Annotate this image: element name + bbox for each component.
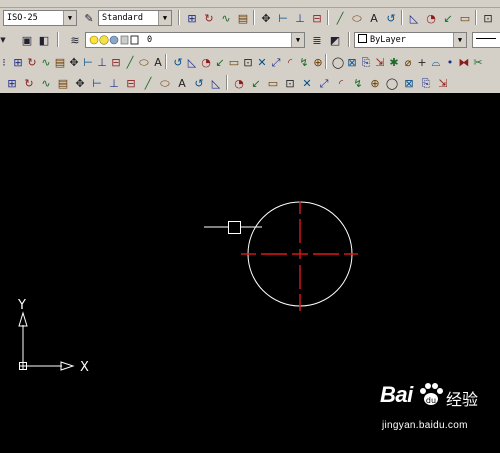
attribute-icon[interactable]: ✕ [299,75,315,91]
dim-baseline-icon[interactable]: ⬭ [349,10,365,26]
toolbar-row-layers: ▼ ▣ ◧ ≋ 0 ▼ ≣ ◩ ByLayer ▼ [0,30,500,49]
center-lines[interactable] [241,201,358,311]
dimstyle-combo[interactable]: ISO-25 ▼ [3,10,77,26]
layer-states-icon[interactable]: ≋ [67,32,83,48]
line-sample-icon [476,38,496,39]
dim-quick-icon[interactable]: ╱ [332,10,348,26]
layer-value: 0 [147,35,153,45]
snap-node-icon[interactable]: ↺ [191,75,207,91]
snap-insert-icon[interactable]: A [174,75,190,91]
dim-diameter-icon[interactable]: ⊥ [292,10,308,26]
toolbar-area: ISO-25 ▼ ✎ Standard ▼ ⊞ ↻ ∿ ▤ ✥ ⊢ ⊥ ⊟ ╱ ⬭ A ↺ ◺ ◔ ↙ ▭ ⊡ … [0,0,500,93]
watermark-logo-text2: 经验 [446,390,479,409]
snap-apparent-icon[interactable]: ▤ [55,75,71,91]
toolbar-separator [57,32,59,47]
snap-tangent-icon[interactable]: ⊟ [123,75,139,91]
dim-style-icon[interactable]: ▭ [265,75,281,91]
properties-icon[interactable]: ⊕ [367,75,383,91]
ucs-x-label: X [80,360,89,375]
toolbar-separator [178,10,180,25]
color-swatch-icon [358,34,367,43]
snap-extension-icon[interactable]: ✥ [72,75,88,91]
snap-quadrant-icon[interactable]: ⊥ [106,75,122,91]
toolbar-separator [327,10,329,25]
toolbar-row-osnap: ⊞ ↻ ∿ ▤ ✥ ⊢ ⊥ ⊟ ╱ ⬭ A ↺ ◺ ◔ ↙ ▭ ⊡ ✕ ⤢ ◜ ↯ ⊕ ◯ ⊠ ⎘ ⇲ [0,73,500,92]
make-current-layer-icon[interactable]: ≣ [309,32,325,48]
snap-none-icon[interactable]: ◔ [231,75,247,91]
textstyle-combo[interactable]: Standard ▼ [98,10,172,26]
toolbar-separator [401,10,403,25]
layer-prev-icon[interactable]: ◧ [36,32,52,48]
chevron-down-icon[interactable]: ▼ [0,32,6,48]
watermark-logo: Bai [380,382,413,408]
dim-aligned-icon[interactable]: ↻ [201,10,217,26]
toolbar-separator [226,75,228,90]
layer-previous-icon[interactable]: ◩ [327,32,343,48]
linetype-value: ByLayer [370,35,406,45]
plot-icon[interactable]: ◜ [333,75,349,91]
dim-continue-icon[interactable]: A [366,10,382,26]
layout-icon[interactable]: ⤢ [316,75,332,91]
toolbar-row-styles: ISO-25 ▼ ✎ Standard ▼ ⊞ ↻ ∿ ▤ ✥ ⊢ ⊥ ⊟ ╱ ⬭ A ↺ ◺ ◔ ↙ ▭ ⊡ [0,8,500,27]
ucs-y-label: Y [17,298,26,313]
dim-ordinate-icon[interactable]: ▤ [235,10,251,26]
quickcalc-icon[interactable]: ⇲ [435,75,451,91]
text-style-icon[interactable]: ✎ [81,10,97,26]
dim-arc-icon[interactable]: ∿ [218,10,234,26]
paw-icon: du [420,383,443,405]
block-editor-icon[interactable]: ⊡ [282,75,298,91]
markup-icon[interactable]: ⎘ [418,75,434,91]
snap-nearest-icon[interactable]: ◺ [208,75,224,91]
dim-radius-icon[interactable]: ✥ [258,10,274,26]
lineweight-combo[interactable] [472,32,500,48]
toolbar-separator [253,10,255,25]
snap-parallel-icon[interactable]: ⬭ [157,75,173,91]
watermark: Bai du 经验 jingyan.baidu.com [380,382,498,442]
dim-update-icon[interactable]: ⊡ [480,10,496,26]
watermark-logo-text: Bai [380,382,413,407]
ucs-icon [18,311,75,371]
dim-linear-icon[interactable]: ⊞ [184,10,200,26]
chevron-down-icon[interactable]: ▼ [291,33,304,47]
dim-text-edit-icon[interactable]: ▭ [457,10,473,26]
design-center-icon[interactable]: ◯ [384,75,400,91]
dim-edit-icon[interactable]: ↙ [440,10,456,26]
tool-palette-icon[interactable]: ⊠ [401,75,417,91]
explode-icon[interactable]: ✂ [470,54,486,70]
osnap-settings-icon[interactable]: ↙ [248,75,264,91]
style-manager-icon[interactable]: ↯ [350,75,366,91]
toolbar-separator [348,32,350,47]
snap-center-icon[interactable]: ⊢ [89,75,105,91]
insert-block-icon[interactable]: A [150,54,166,70]
toolbar-row-top-partial [0,0,500,8]
drawing-canvas[interactable]: Y X Bai du 经验 jingyan.baidu.com [0,93,500,449]
center-mark-icon[interactable]: ◔ [423,10,439,26]
dim-angular-icon[interactable]: ⊟ [309,10,325,26]
svg-text:du: du [426,396,436,405]
layer-state-icons [89,35,139,45]
snap-endpoint-icon[interactable]: ⊞ [4,75,20,91]
dimstyle-value: ISO-25 [7,13,38,23]
dim-jogged-icon[interactable]: ⊢ [275,10,291,26]
toolbar-separator [325,54,327,69]
textstyle-value: Standard [102,13,143,23]
array-icon[interactable]: ⊕ [310,54,326,70]
chevron-down-icon[interactable]: ▼ [453,33,466,47]
watermark-url: jingyan.baidu.com [382,420,468,431]
toolbar-separator [165,54,167,69]
chevron-down-icon[interactable]: ▼ [158,11,171,25]
layer-manager-icon[interactable]: ▣ [19,32,35,48]
tolerance-icon[interactable]: ◺ [406,10,422,26]
toolbar-row-draw-modify: ⁝ ⊞ ↻ ∿ ▤ ✥ ⊢ ⊥ ⊟ ╱ ⬭ A ↺ ◺ ◔ ↙ ▭ ⊡ ✕ ⤢ ◜ ↯ ⊕ ◯ ⊠ ⎘ ⇲ ✱ ⌀ + ⌓ • ⧓ ✂ [0,52,500,71]
layer-combo[interactable]: 0 ▼ [85,32,305,48]
snap-intersection-icon[interactable]: ∿ [38,75,54,91]
chevron-down-icon[interactable]: ▼ [63,11,76,25]
qleader-icon[interactable]: ↺ [383,10,399,26]
snap-perpendicular-icon[interactable]: ╱ [140,75,156,91]
linetype-combo[interactable]: ByLayer ▼ [354,32,467,48]
snap-midpoint-icon[interactable]: ↻ [21,75,37,91]
toolbar-separator [475,10,477,25]
grip-icon: ⁝ [2,55,6,69]
